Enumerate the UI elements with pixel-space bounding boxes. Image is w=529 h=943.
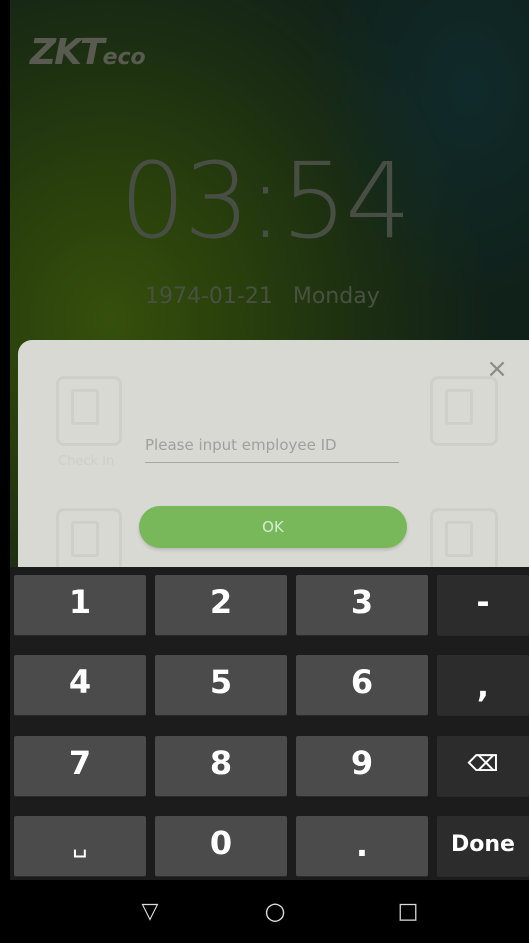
key-1[interactable]: 1 bbox=[14, 575, 146, 635]
key-label: . bbox=[355, 826, 369, 864]
key-label: - bbox=[476, 583, 490, 621]
key-label: 8 bbox=[209, 744, 233, 782]
check-in-icon bbox=[56, 376, 122, 446]
key-label: Done bbox=[451, 832, 515, 857]
key-7[interactable]: 7 bbox=[14, 736, 146, 796]
key-label: 6 bbox=[350, 663, 374, 701]
backspace-icon: ⌫ bbox=[467, 752, 499, 777]
key-label: 2 bbox=[209, 583, 233, 621]
key-minus[interactable]: - bbox=[437, 575, 529, 635]
key-label: 5 bbox=[209, 663, 233, 701]
space-icon: ␣ bbox=[72, 830, 88, 858]
key-label: 4 bbox=[68, 663, 92, 701]
close-icon[interactable]: × bbox=[484, 356, 510, 382]
attendance-screen: ZKTeco 03:54 1974-01-21 Monday Check In ×… bbox=[0, 0, 529, 943]
backspace-key[interactable]: ⌫ bbox=[437, 736, 529, 796]
break-out-icon bbox=[430, 376, 498, 446]
key-period[interactable]: . bbox=[296, 816, 428, 876]
key-9[interactable]: 9 bbox=[296, 736, 428, 796]
key-label: 7 bbox=[68, 744, 92, 782]
key-4[interactable]: 4 bbox=[14, 655, 146, 715]
key-label: 0 bbox=[209, 824, 233, 862]
system-navbar: ▽ ○ □ bbox=[0, 880, 529, 943]
ok-button[interactable]: OK bbox=[139, 506, 407, 548]
key-2[interactable]: 2 bbox=[155, 575, 287, 635]
home-icon[interactable]: ○ bbox=[235, 880, 315, 943]
key-label: 3 bbox=[350, 583, 374, 621]
key-8[interactable]: 8 bbox=[155, 736, 287, 796]
recents-icon[interactable]: □ bbox=[368, 880, 448, 943]
key-0[interactable]: 0 bbox=[155, 816, 287, 876]
key-label: 1 bbox=[68, 583, 92, 621]
check-out-icon bbox=[56, 508, 122, 574]
key-3[interactable]: 3 bbox=[296, 575, 428, 635]
key-5[interactable]: 5 bbox=[155, 655, 287, 715]
check-in-label: Check In bbox=[58, 454, 115, 469]
key-6[interactable]: 6 bbox=[296, 655, 428, 715]
screen-edge bbox=[0, 0, 10, 943]
done-key[interactable]: Done bbox=[437, 816, 529, 876]
break-in-icon bbox=[430, 508, 498, 574]
key-label: , bbox=[476, 667, 490, 705]
back-icon[interactable]: ▽ bbox=[110, 880, 190, 943]
key-label: 9 bbox=[350, 744, 374, 782]
numeric-keyboard: 1 2 3 - 4 5 6 , 7 8 9 ⌫ ␣ 0 . Done bbox=[10, 567, 529, 880]
space-key[interactable]: ␣ bbox=[14, 816, 146, 876]
key-comma[interactable]: , bbox=[437, 655, 529, 715]
employee-id-input[interactable] bbox=[145, 428, 399, 463]
